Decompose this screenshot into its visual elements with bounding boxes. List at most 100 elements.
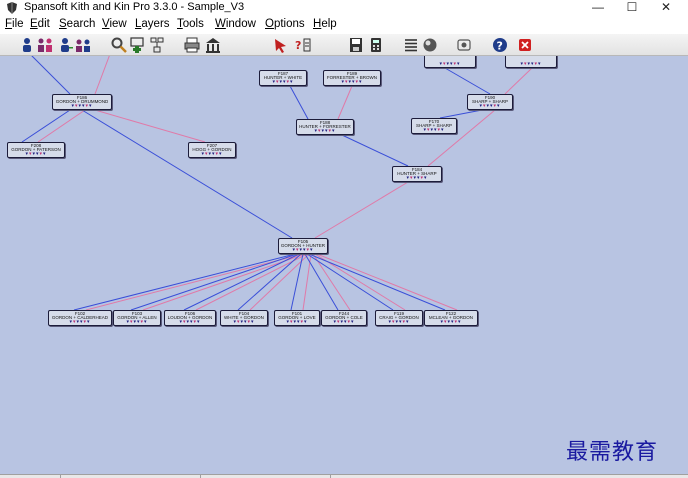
settings-button[interactable] [455,36,473,54]
close-icon [519,39,531,51]
family-node[interactable]: F101 GORDON + LOVE ▾▾▾▾▾▾ [274,310,320,326]
female-line [314,181,409,239]
male-line [289,85,309,120]
add-couple-button[interactable] [36,36,54,54]
pointer-button[interactable] [272,36,290,54]
child-markers: ▾▾▾▾▾▾ [201,152,223,157]
title-bar: Spansoft Kith and Kin Pro 3.3.0 - Sample… [0,0,688,16]
family-node[interactable]: F104 WHITE + GORDON ▾▾▾▾▾▾ [220,310,268,326]
sphere-button[interactable] [421,36,439,54]
male-line [31,56,71,95]
child-markers: ▾▾▾▾▾▾ [71,104,93,109]
list-button[interactable] [402,36,420,54]
male-line [439,109,483,119]
female-line [312,253,351,311]
family-node[interactable]: ▾▾▾▾▾▾ [424,56,476,68]
family-node[interactable]: F184 HUNTER + SHARP ▾▾▾▾▾▾ [392,166,442,182]
male-line [81,109,293,239]
building-button[interactable] [204,36,222,54]
calculator-icon [371,38,381,52]
family-node[interactable]: F102 GORDON + CALDERHEAD ▾▾▾▾▾▾ [48,310,112,326]
pointer-icon [275,39,286,53]
minimize-button[interactable]: — [581,0,615,16]
family-node[interactable]: F188 HUNTER + FORRESTER ▾▾▾▾▾▾ [296,119,354,135]
menu-search[interactable]: Search [59,18,95,30]
svg-text:?: ? [497,40,503,53]
family-node[interactable]: F119 CRAIG + GORDON ▾▾▾▾▾▾ [375,310,423,326]
save-icon [350,38,362,52]
list-icon [405,39,417,52]
help-icon: ? [493,38,507,53]
close-button[interactable] [516,36,534,54]
menu-help[interactable]: Help [313,18,337,30]
app-logo-icon [7,2,17,14]
add-couple-icon [38,38,52,52]
male-line [444,67,491,95]
family-node[interactable]: ▾▾▾▾▾▾ [505,56,557,68]
printer-icon [184,37,200,53]
family-node[interactable]: F103 GORDON + ALLEN ▾▾▾▾▾▾ [113,310,161,326]
printer-button[interactable] [183,36,201,54]
menu-file[interactable]: File [5,18,24,30]
menu-layers[interactable]: Layers [135,18,170,30]
male-line [290,253,304,311]
family-node[interactable]: F186 GORDON + DRUMMOND ▾▾▾▾▾▾ [52,94,112,110]
zoom-icon [111,37,127,53]
window-title: Spansoft Kith and Kin Pro 3.3.0 - Sample… [24,1,245,13]
menu-edit[interactable]: Edit [30,18,50,30]
help-pointer-button[interactable]: ? [294,36,312,54]
female-line [94,56,110,95]
child-markers: ▾▾▾▾▾▾ [440,320,462,325]
child-markers: ▾▾▾▾▾▾ [439,62,461,67]
watermark-text: 最需教育 [566,440,659,465]
family-node[interactable]: F106 LOUDON + GORDON ▾▾▾▾▾▾ [164,310,216,326]
svg-text:?: ? [295,39,301,52]
add-sibling-icon [76,39,90,52]
add-sibling-button[interactable] [74,36,92,54]
calculator-button[interactable] [367,36,385,54]
child-markers: ▾▾▾▾▾▾ [479,104,501,109]
family-node[interactable]: F208 GORDON + PATERSON ▾▾▾▾▾▾ [7,142,65,158]
help-pointer-icon: ? [295,38,311,52]
family-node[interactable]: F190 SHARP + SHARP ▾▾▾▾▾▾ [467,94,513,110]
child-markers: ▾▾▾▾▾▾ [423,128,445,133]
child-markers: ▾▾▾▾▾▾ [69,320,91,325]
close-button[interactable]: ✕ [649,0,683,16]
add-child-icon [61,38,73,52]
add-family-button[interactable] [128,36,146,54]
help-button[interactable]: ? [491,36,509,54]
add-person-icon [23,38,31,52]
male-line [21,109,71,143]
family-tree-canvas[interactable]: F186 GORDON + DRUMMOND ▾▾▾▾▾▾ F208 GORDON + … [0,56,688,474]
child-markers: ▾▾▾▾▾▾ [520,62,542,67]
zoom-button[interactable] [110,36,128,54]
family-node[interactable]: F244 GORDON + COLE ▾▾▾▾▾▾ [321,310,367,326]
family-node[interactable]: F207 HOGG + GORDON ▾▾▾▾▾▾ [188,142,236,158]
menu-window[interactable]: Window [215,18,256,30]
female-line [316,253,458,311]
save-button[interactable] [347,36,365,54]
male-line [130,253,298,311]
menu-tools[interactable]: Tools [177,18,204,30]
family-node[interactable]: F105 GORDON + HUNTER ▾▾▾▾▾▾ [278,238,328,254]
child-markers: ▾▾▾▾▾▾ [333,320,355,325]
toolbar: ?? [0,34,688,56]
male-line [73,253,296,311]
child-markers: ▾▾▾▾▾▾ [179,320,201,325]
menu-view[interactable]: View [102,18,127,30]
family-node[interactable]: F187 HUNTER + WHITE ▾▾▾▾▾▾ [259,70,307,86]
family-node[interactable]: F189 FORRESTER + BROWN ▾▾▾▾▾▾ [323,70,381,86]
child-markers: ▾▾▾▾▾▾ [406,176,428,181]
menu-bar: File Edit Search View Layers Tools Windo… [0,16,688,34]
add-family-icon [130,37,144,53]
family-node[interactable]: F170 SHARP + SHARP ▾▾▾▾▾▾ [411,118,457,134]
child-markers: ▾▾▾▾▾▾ [341,80,363,85]
maximize-button[interactable]: ☐ [615,0,649,16]
family-node[interactable]: F122 MCLEAN + GORDON ▾▾▾▾▾▾ [424,310,478,326]
female-line [504,67,533,95]
tree-icon [150,37,164,53]
add-person-button[interactable] [18,36,36,54]
tree-button[interactable] [148,36,166,54]
menu-options[interactable]: Options [265,18,305,30]
add-child-button[interactable] [56,36,74,54]
